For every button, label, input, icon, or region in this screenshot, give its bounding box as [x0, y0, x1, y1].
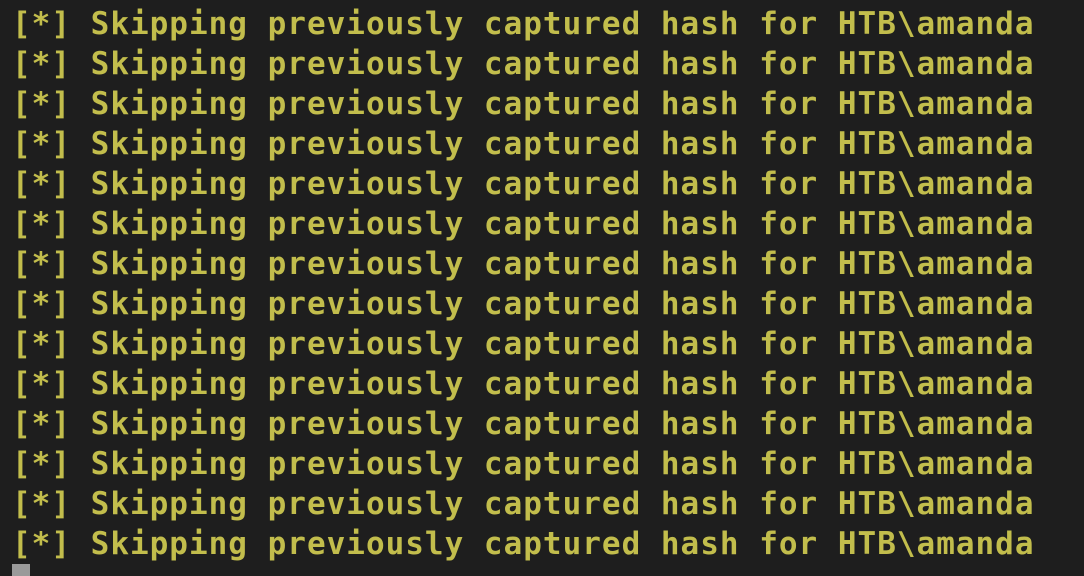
terminal-line: [*] Skipping previously captured hash fo… [12, 246, 1035, 282]
terminal-line: [*] Skipping previously captured hash fo… [12, 126, 1035, 162]
terminal-line: [*] Skipping previously captured hash fo… [12, 326, 1035, 362]
terminal-line: [*] Skipping previously captured hash fo… [12, 366, 1035, 402]
terminal-line: [*] Skipping previously captured hash fo… [12, 166, 1035, 202]
terminal-line: [*] Skipping previously captured hash fo… [12, 486, 1035, 522]
terminal-window[interactable]: [*] Skipping previously captured hash fo… [0, 0, 1084, 576]
terminal-line: [*] Skipping previously captured hash fo… [12, 286, 1035, 322]
terminal-line: [*] Skipping previously captured hash fo… [12, 406, 1035, 442]
terminal-line: [*] Skipping previously captured hash fo… [12, 446, 1035, 482]
terminal-line: [*] Skipping previously captured hash fo… [12, 86, 1035, 122]
terminal-line: [*] Skipping previously captured hash fo… [12, 46, 1035, 82]
terminal-line: [*] Skipping previously captured hash fo… [12, 6, 1035, 42]
terminal-cursor [12, 564, 30, 576]
terminal-line: [*] Skipping previously captured hash fo… [12, 206, 1035, 242]
terminal-line: [*] Skipping previously captured hash fo… [12, 526, 1035, 562]
